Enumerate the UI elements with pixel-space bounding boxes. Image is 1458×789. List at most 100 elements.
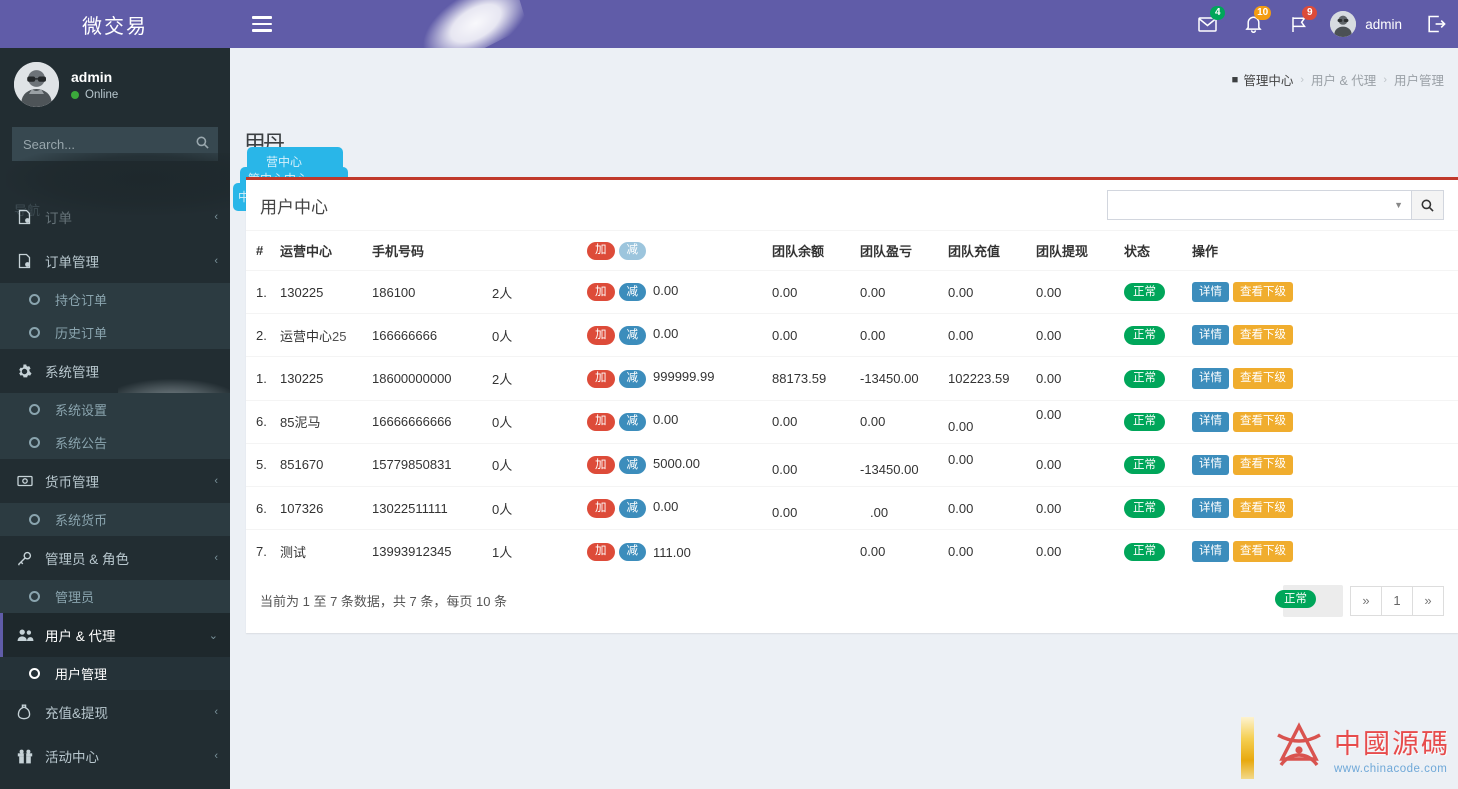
- detail-button[interactable]: 详情: [1192, 368, 1229, 389]
- view-subordinates-button[interactable]: 查看下级: [1233, 325, 1293, 346]
- sub-balance-button[interactable]: 减: [618, 369, 646, 388]
- table-row[interactable]: 6. 85泥马 16666666666 0人 加减 0.00 0.00 0.00 …: [246, 392, 1458, 449]
- detail-button[interactable]: 详情: [1192, 325, 1229, 346]
- pagination-page-1[interactable]: 1: [1381, 585, 1413, 616]
- cell-team-deposit: 102223.59: [942, 356, 1030, 401]
- table-body: 1. 130225 186100 2人 加减 0.00 0.00 0.00 0.0…: [246, 269, 1458, 573]
- sidebar-search-icon[interactable]: [186, 127, 218, 161]
- balance-value: 999999.99: [653, 369, 715, 385]
- avatar: [1330, 11, 1357, 37]
- col-team-balance: 团队余额: [766, 230, 854, 271]
- cell-phone: 16666666666: [366, 399, 486, 444]
- sidebar-item-holding-orders[interactable]: 持仓订单: [0, 283, 230, 316]
- cell-operating-center: 851670: [274, 442, 366, 487]
- cell-operating-center: 130225: [274, 269, 366, 314]
- cell-team-pl: 0.00: [854, 269, 942, 314]
- mail-icon[interactable]: 4: [1184, 0, 1230, 48]
- cell-team-withdraw: 0.00: [1030, 529, 1118, 573]
- breadcrumb-item-users[interactable]: 用户 & 代理: [1311, 70, 1376, 89]
- add-balance-button[interactable]: 加: [587, 283, 615, 302]
- sidebar-user-name: admin: [71, 68, 113, 85]
- cell-team-withdraw: 0.00: [1030, 313, 1118, 357]
- sidebar-item-history-orders[interactable]: 历史订单: [0, 316, 230, 349]
- order-icon: [17, 209, 39, 225]
- sidebar-item-label: 活动中心: [45, 750, 99, 765]
- add-balance-button[interactable]: 加: [587, 542, 615, 561]
- sidebar-item-administrators[interactable]: 管理员: [0, 580, 230, 613]
- view-subordinates-button[interactable]: 查看下级: [1233, 411, 1293, 432]
- table-row[interactable]: 2. 运营中心25 166666666 0人 加减 0.00 0.00 0.00 …: [246, 313, 1458, 357]
- cell-actions: 详情 查看下级: [1186, 356, 1458, 401]
- table-row[interactable]: 7. 测试 13993912345 1人 加减 111.00 0.00 0.00 …: [246, 529, 1458, 573]
- add-balance-button[interactable]: 加: [587, 499, 615, 518]
- sidebar-item-system-currency[interactable]: 系统货币: [0, 503, 230, 536]
- table-row[interactable]: 6. 107326 13022511111 0人 加减 0.00 0.00 .00…: [246, 486, 1458, 534]
- cell-team-balance: 0.00: [766, 447, 854, 492]
- sidebar-item-system-settings[interactable]: 系统设置: [0, 393, 230, 426]
- cell-operating-center: 运营中心25: [274, 313, 366, 357]
- cell-balance: 加减 0.00: [581, 313, 766, 357]
- add-balance-button[interactable]: 加: [587, 412, 615, 432]
- sub-balance-button[interactable]: 减: [618, 326, 646, 345]
- search-button[interactable]: [1412, 190, 1444, 220]
- sidebar-item-order-management[interactable]: 订单管理 ‹: [0, 239, 230, 283]
- cell-member-count: 0人: [486, 399, 581, 444]
- sub-balance-button[interactable]: 减: [618, 499, 646, 518]
- sidebar-item-label: 货币管理: [45, 475, 99, 490]
- flag-badge: 9: [1302, 6, 1318, 20]
- filter-select[interactable]: ▼: [1107, 190, 1412, 220]
- user-menu[interactable]: admin: [1322, 0, 1414, 48]
- sidebar-item-system-announcement[interactable]: 系统公告: [0, 426, 230, 459]
- table-row[interactable]: 1. 130225 186100 2人 加减 0.00 0.00 0.00 0.0…: [246, 269, 1458, 314]
- sidebar-item-orders-ghost[interactable]: 订单 ‹: [0, 195, 230, 239]
- col-status: 状态: [1118, 230, 1186, 271]
- sidebar-item-activity-center[interactable]: 活动中心 ‹: [0, 734, 230, 778]
- cell-team-withdraw: 0.00: [1030, 269, 1118, 314]
- col-team-deposit: 团队充值: [942, 230, 1030, 271]
- sidebar-item-system-management[interactable]: 系统管理 ‹: [0, 349, 230, 393]
- render-artifact-status-badge: 正常: [1275, 589, 1316, 609]
- sub-balance-button[interactable]: 减: [618, 412, 646, 432]
- detail-button[interactable]: 详情: [1192, 498, 1229, 519]
- add-balance-button[interactable]: 加: [587, 456, 615, 475]
- flag-icon[interactable]: 9: [1276, 0, 1322, 48]
- view-subordinates-button[interactable]: 查看下级: [1233, 454, 1293, 476]
- pagination-prev[interactable]: »: [1350, 585, 1382, 616]
- sub-balance-button[interactable]: 减: [618, 542, 646, 561]
- detail-button[interactable]: 详情: [1192, 454, 1229, 476]
- add-balance-button[interactable]: 加: [587, 369, 615, 388]
- status-badge-ghost: 正常: [1275, 590, 1316, 609]
- detail-button[interactable]: 详情: [1192, 282, 1229, 303]
- view-subordinates-button[interactable]: 查看下级: [1233, 498, 1293, 519]
- view-subordinates-button[interactable]: 查看下级: [1233, 282, 1293, 303]
- sidebar-item-deposit-withdraw[interactable]: 充值&提现 ‹: [0, 690, 230, 734]
- detail-button[interactable]: 详情: [1192, 541, 1229, 562]
- detail-button[interactable]: 详情: [1192, 411, 1229, 432]
- sidebar-item-admin-roles[interactable]: 管理员 & 角色 ‹: [0, 536, 230, 580]
- sub-balance-button[interactable]: 减: [618, 456, 646, 475]
- sidebar-status-label: Online: [85, 88, 119, 101]
- sidebar-item-currency-management[interactable]: 货币管理 ‹: [0, 459, 230, 503]
- sidebar-item-users-agents[interactable]: 用户 & 代理 ⌄: [0, 613, 230, 657]
- table-row[interactable]: 5. 851670 15779850831 0人 加减 5000.00 0.00 …: [246, 437, 1458, 492]
- header-sub-button[interactable]: 减: [618, 241, 646, 260]
- cell-phone: 18600000000: [366, 356, 486, 401]
- status-badge: 正常: [1124, 326, 1165, 345]
- logout-icon[interactable]: [1414, 0, 1458, 48]
- table-row[interactable]: 1. 130225 18600000000 2人 加减 999999.99 881…: [246, 356, 1458, 401]
- header-add-button[interactable]: 加: [587, 241, 615, 260]
- view-subordinates-button[interactable]: 查看下级: [1233, 541, 1293, 562]
- bell-icon[interactable]: 10: [1230, 0, 1276, 48]
- sub-balance-button[interactable]: 减: [618, 283, 646, 302]
- breadcrumb-home[interactable]: 管理中心: [1243, 70, 1293, 89]
- app-brand[interactable]: 微交易: [0, 0, 230, 48]
- sidebar-item-user-management[interactable]: 用户管理: [0, 657, 230, 690]
- cell-phone: 15779850831: [366, 442, 486, 487]
- sidebar-user-panel[interactable]: admin Online: [0, 48, 230, 119]
- pagination-info: 当前为 1 至 7 条数据，共 7 条，每页 10 条: [260, 594, 508, 610]
- add-balance-button[interactable]: 加: [587, 326, 615, 345]
- pagination-next[interactable]: »: [1412, 585, 1444, 616]
- hamburger-icon[interactable]: [252, 16, 272, 32]
- cell-team-pl: .00: [864, 490, 952, 534]
- view-subordinates-button[interactable]: 查看下级: [1233, 368, 1293, 389]
